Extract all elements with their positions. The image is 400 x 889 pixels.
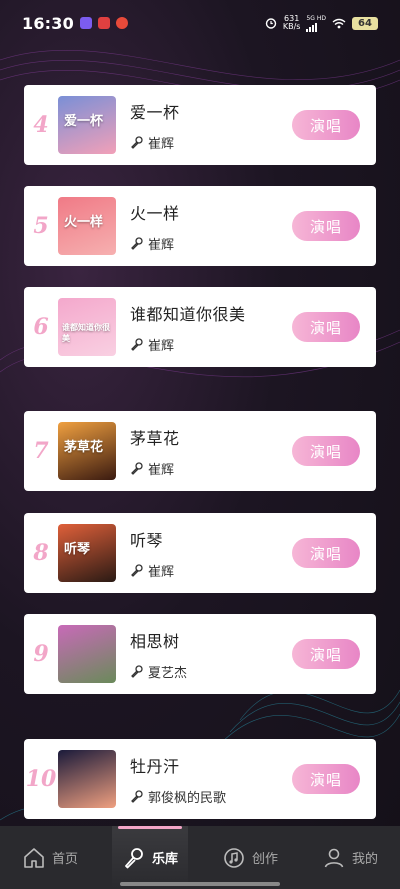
artist-row: 崔辉 (130, 335, 292, 354)
nav-item-create[interactable]: 创作 (212, 826, 288, 889)
artist-name: 崔辉 (148, 136, 175, 152)
microphone-icon (131, 136, 143, 149)
sing-button[interactable]: 演唱 (292, 312, 360, 342)
home-indicator[interactable] (120, 882, 280, 886)
music-note-icon (224, 847, 244, 868)
bottom-navigation: 首页 乐库 创作 我的 (0, 826, 400, 889)
artist-name: 崔辉 (148, 338, 175, 354)
nav-label-create: 创作 (251, 852, 278, 867)
rank-number: 10 (25, 766, 57, 792)
microphone-icon (131, 790, 143, 803)
song-card[interactable]: 6 谁都知道你很美 谁都知道你很美 崔辉 演唱 (24, 287, 376, 367)
microphone-icon (125, 847, 143, 868)
rank-number: 4 (33, 112, 49, 138)
song-info: 茅草花崔辉 (130, 425, 292, 478)
song-title: 火一样 (130, 203, 180, 223)
signal-label: 5G HD (306, 14, 326, 22)
signal-bars-icon (306, 22, 326, 32)
status-left: 16:30 (22, 14, 128, 33)
rank-number: 6 (33, 314, 49, 340)
rank-number: 5 (33, 213, 49, 239)
status-bar: 16:30 631 KB/s 5G HD 64 (0, 0, 400, 46)
song-title: 听琴 (130, 530, 164, 550)
status-right: 631 KB/s 5G HD 64 (265, 15, 378, 32)
nav-label-profile: 我的 (351, 852, 378, 867)
wifi-icon (332, 18, 346, 28)
nav-label-library: 乐库 (151, 852, 178, 867)
artist-row: 崔辉 (130, 133, 292, 152)
nav-item-home[interactable]: 首页 (12, 826, 88, 889)
sing-button[interactable]: 演唱 (292, 639, 360, 669)
sing-button[interactable]: 演唱 (292, 764, 360, 794)
nav-item-profile[interactable]: 我的 (312, 826, 388, 889)
song-info: 相思树夏艺杰 (130, 628, 292, 681)
microphone-icon (131, 237, 143, 250)
cellular-signal: 5G HD (306, 15, 326, 32)
net-speed: 631 KB/s (283, 15, 301, 31)
nav-item-library[interactable]: 乐库 (111, 826, 188, 889)
home-icon (24, 847, 44, 868)
artist-name: 崔辉 (148, 462, 175, 478)
song-title: 茅草花 (130, 428, 180, 448)
song-card[interactable]: 7 茅草花 茅草花 崔辉 演唱 (24, 411, 376, 491)
album-cover[interactable]: 茅草花 (58, 422, 116, 480)
rank-number: 9 (33, 641, 49, 667)
album-cover[interactable]: 听琴 (58, 524, 116, 582)
battery-indicator: 64 (352, 16, 378, 30)
song-info: 谁都知道你很美崔辉 (130, 301, 292, 354)
album-cover[interactable]: 谁都知道你很美 (58, 298, 116, 356)
artist-row: 夏艺杰 (130, 662, 292, 681)
app-notification-icon-2 (97, 17, 110, 29)
status-time: 16:30 (22, 13, 74, 33)
album-cover[interactable] (58, 750, 116, 808)
sing-button[interactable]: 演唱 (292, 436, 360, 466)
artist-row: 郭俊枫的民歌 (130, 787, 292, 806)
song-card[interactable]: 4 爱一杯 爱一杯 崔辉 演唱 (24, 85, 376, 165)
alarm-icon (265, 18, 277, 29)
song-title: 牡丹汗 (130, 756, 180, 776)
microphone-icon (131, 462, 143, 475)
nav-label-home: 首页 (51, 852, 78, 867)
album-cover-text: 茅草花 (64, 440, 104, 455)
song-card[interactable]: 8 听琴 听琴 崔辉 演唱 (24, 513, 376, 593)
artist-name: 崔辉 (148, 237, 175, 253)
album-cover[interactable]: 火一样 (58, 197, 116, 255)
rank-number: 8 (33, 540, 49, 566)
album-cover[interactable]: 爱一杯 (58, 96, 116, 154)
album-cover-text: 爱一杯 (64, 114, 104, 129)
song-card[interactable]: 10 牡丹汗 郭俊枫的民歌 演唱 (24, 739, 376, 819)
microphone-icon (131, 665, 143, 678)
song-info: 牡丹汗郭俊枫的民歌 (130, 753, 292, 806)
artist-name: 夏艺杰 (148, 665, 188, 681)
song-card[interactable]: 9 相思树 夏艺杰 演唱 (24, 614, 376, 694)
artist-row: 崔辉 (130, 561, 292, 580)
song-title: 谁都知道你很美 (130, 304, 246, 324)
sing-button[interactable]: 演唱 (292, 110, 360, 140)
sing-button[interactable]: 演唱 (292, 538, 360, 568)
artist-name: 郭俊枫的民歌 (148, 790, 227, 806)
album-cover-text: 火一样 (64, 215, 104, 230)
user-icon (324, 848, 344, 867)
artist-row: 崔辉 (130, 459, 292, 478)
album-cover[interactable] (58, 625, 116, 683)
album-cover-text: 谁都知道你很美 (62, 323, 110, 343)
song-card[interactable]: 5 火一样 火一样 崔辉 演唱 (24, 186, 376, 266)
microphone-icon (131, 564, 143, 577)
artist-name: 崔辉 (148, 564, 175, 580)
app-notification-icon-1 (79, 17, 92, 29)
song-info: 火一样崔辉 (130, 200, 292, 253)
song-info: 爱一杯崔辉 (130, 99, 292, 152)
song-title: 爱一杯 (130, 102, 180, 122)
microphone-icon (131, 338, 143, 351)
song-info: 听琴崔辉 (130, 527, 292, 580)
artist-row: 崔辉 (130, 234, 292, 253)
net-speed-unit: KB/s (282, 22, 301, 31)
song-title: 相思树 (130, 631, 180, 651)
rank-number: 7 (33, 438, 49, 464)
app-notification-icon-3 (115, 17, 128, 29)
album-cover-text: 听琴 (64, 542, 91, 557)
sing-button[interactable]: 演唱 (292, 211, 360, 241)
